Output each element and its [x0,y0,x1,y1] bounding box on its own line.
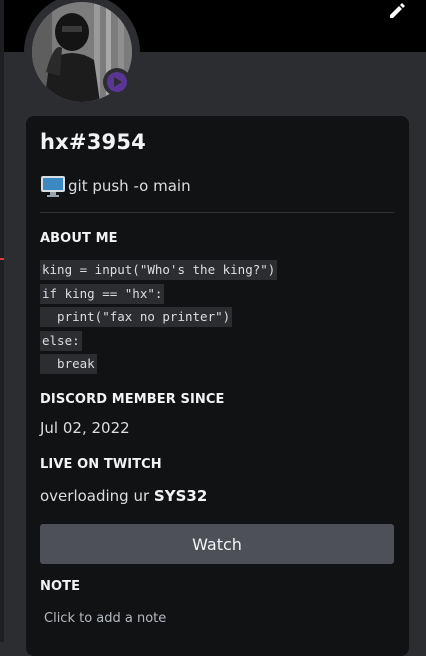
code-line: print("fax no printer") [40,307,233,327]
edge-marker [0,258,4,260]
stream-title-text: overloading ur [40,487,154,505]
watch-button[interactable]: Watch [40,524,394,564]
about-me-heading: ABOUT ME [40,231,118,246]
code-line: if king == "hx": [40,284,165,304]
member-since-date: Jul 02, 2022 [40,419,130,437]
member-since-heading: DISCORD MEMBER SINCE [40,392,225,407]
edit-pencil-icon[interactable] [386,0,408,22]
code-line: else: [40,331,82,351]
code-line: break [40,354,97,374]
code-line: king = input("Who's the king?") [40,260,278,280]
custom-status-text: git push -o main [68,177,191,195]
desktop-monitor-icon [41,176,65,197]
note-input[interactable]: Click to add a note [40,606,398,632]
stream-title-bold: SYS32 [153,487,208,505]
divider [40,212,394,213]
stream-title: overloading ur SYS32 [40,487,207,505]
streaming-status-icon [107,72,127,92]
live-on-twitch-heading: LIVE ON TWITCH [40,457,162,472]
username: hx#3954 [40,130,146,154]
left-edge-strip [0,0,4,642]
custom-status: git push -o main [40,173,191,199]
status-indicator [103,68,131,96]
note-heading: NOTE [40,579,81,594]
